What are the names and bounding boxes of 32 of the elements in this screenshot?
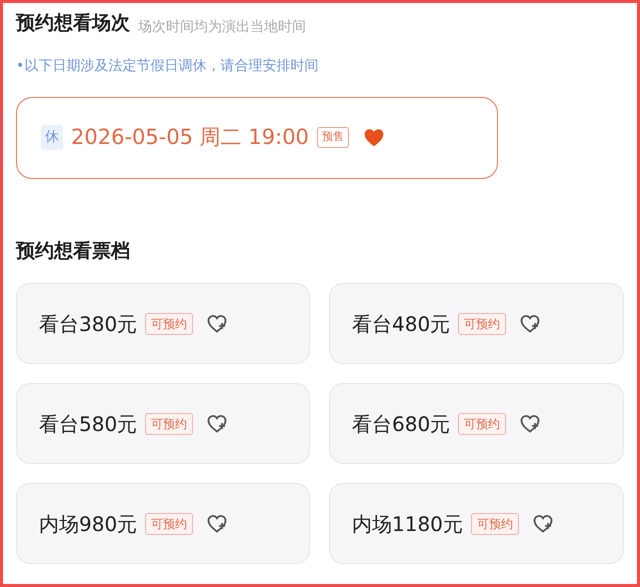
- heart-add-icon[interactable]: [520, 314, 540, 334]
- heart-add-icon[interactable]: [207, 314, 228, 334]
- holiday-note: •以下日期涉及法定节假日调休，请合理安排时间: [16, 56, 320, 76]
- ticket-tier-option[interactable]: 内场980元 可预约: [16, 483, 310, 564]
- heart-icon[interactable]: [362, 126, 385, 148]
- ticket-tier-option[interactable]: 看台680元 可预约: [329, 383, 624, 464]
- availability-tag: 可预约: [145, 312, 194, 334]
- availability-tag: 可预约: [145, 512, 194, 534]
- availability-tag: 可预约: [458, 412, 506, 434]
- availability-tag: 可预约: [458, 312, 506, 334]
- ticket-tier-option[interactable]: 看台480元 可预约: [329, 283, 624, 364]
- ticket-tier-option[interactable]: 内场1180元 可预约: [329, 483, 624, 564]
- ticket-tier-option[interactable]: 看台380元 可预约: [16, 283, 310, 364]
- section-title: 预约想看场次: [16, 11, 130, 36]
- tier-price: 内场1180元: [352, 510, 463, 538]
- section-title: 预约想看票档: [16, 238, 131, 264]
- heart-add-icon[interactable]: [207, 414, 228, 434]
- holiday-tag: 休: [41, 125, 63, 150]
- subtitle: 场次时间均为演出当地时间: [138, 18, 306, 36]
- session-datetime: 2026-05-05 周二 19:00: [71, 124, 309, 151]
- tier-price: 看台680元: [352, 410, 450, 438]
- heart-add-icon[interactable]: [532, 514, 553, 534]
- heart-add-icon[interactable]: [207, 514, 228, 534]
- tier-price: 看台480元: [352, 310, 450, 338]
- tier-price: 看台580元: [39, 410, 138, 438]
- ticket-tier-option[interactable]: 看台580元 可预约: [16, 383, 310, 464]
- tier-price: 看台380元: [39, 310, 138, 338]
- availability-tag: 可预约: [470, 512, 519, 534]
- heart-add-icon[interactable]: [520, 414, 540, 434]
- tier-price: 内场980元: [39, 510, 138, 538]
- availability-tag: 可预约: [145, 412, 194, 434]
- presale-tag: 预售: [316, 127, 349, 148]
